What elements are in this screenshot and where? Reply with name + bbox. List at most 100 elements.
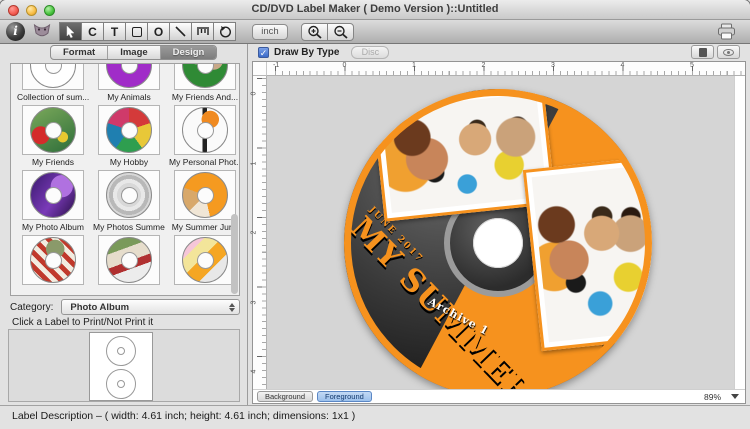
unit-button[interactable]: inch (252, 24, 288, 40)
disc-title-block[interactable]: JUNE 2017 MY SUMMER (345, 205, 543, 389)
thumbnail-frame[interactable] (98, 170, 160, 220)
cursor-arrow-icon (65, 25, 76, 38)
background-tab[interactable]: Background (257, 391, 313, 402)
gallery-scrollbar[interactable] (231, 214, 238, 294)
info-button[interactable]: i (6, 22, 25, 41)
canvas-frame: -1012345 01234 JUNE 2017 MY SUMMER Archi… (252, 61, 746, 404)
zoom-out-button[interactable] (327, 23, 354, 41)
magnifier-minus-icon (333, 25, 349, 39)
tab-design[interactable]: Design (160, 46, 217, 59)
design-thumbnail[interactable]: My Friends (17, 105, 89, 170)
fill-tool-button[interactable] (213, 22, 236, 41)
cd-label-design[interactable]: JUNE 2017 MY SUMMER Archive 1 (344, 89, 652, 389)
design-thumbnail[interactable]: My Friends And... (169, 63, 240, 105)
text-tool-button[interactable]: T (103, 22, 126, 41)
zoom-dropdown-arrow-icon (731, 394, 739, 399)
thumbnail-frame[interactable] (98, 235, 160, 285)
thumbnail-frame[interactable] (22, 105, 84, 155)
editor-panel: ✓ Draw By Type Disc -1012345 01234 (248, 44, 750, 405)
thumbnail-caption: My Photos Summer (93, 222, 165, 232)
thumbnail-frame[interactable] (174, 105, 236, 155)
cd-thumbnail-art11[interactable] (106, 237, 152, 283)
design-thumbnail[interactable] (17, 235, 89, 296)
print-button[interactable] (717, 23, 736, 40)
tab-image[interactable]: Image (107, 46, 159, 59)
design-thumbnail[interactable]: My Animals (93, 63, 165, 105)
canvas-vertical-scrollbar[interactable] (734, 76, 745, 389)
thumbnail-frame[interactable] (174, 63, 236, 90)
cd-thumbnail-art2[interactable] (106, 63, 152, 88)
cd-thumbnail-art6[interactable] (182, 107, 228, 153)
thumbnail-frame[interactable] (98, 63, 160, 90)
cd-thumbnail-art5[interactable] (106, 107, 152, 153)
label-sheet-preview[interactable] (89, 332, 153, 401)
arc-tool-button[interactable]: C (81, 22, 104, 41)
page-view-button[interactable] (691, 45, 714, 59)
thumbnail-caption: My Hobby (110, 157, 148, 167)
cd-thumbnail-art9[interactable] (182, 172, 228, 218)
cd-thumbnail-art10[interactable] (30, 237, 76, 283)
cd-thumbnail-art3[interactable] (182, 63, 228, 88)
cd-thumbnail-art4[interactable] (30, 107, 76, 153)
label-circle-2[interactable] (106, 369, 136, 399)
title-bar[interactable]: CD/DVD Label Maker ( Demo Version )::Unt… (0, 0, 750, 20)
disc-archive-text[interactable]: Archive 1 (426, 295, 491, 338)
canvas-area[interactable]: JUNE 2017 MY SUMMER Archive 1 (267, 76, 734, 389)
foreground-tab[interactable]: Foreground (317, 391, 372, 402)
tab-format[interactable]: Format (51, 46, 107, 59)
preview-eye-button[interactable] (717, 45, 740, 59)
line-tool-button[interactable] (169, 22, 192, 41)
thumbnail-frame[interactable] (174, 170, 236, 220)
design-thumbnail[interactable]: My Hobby (93, 105, 165, 170)
thumbnail-frame[interactable] (22, 63, 84, 90)
design-gallery[interactable]: Collection of sum...My AnimalsMy Friends… (10, 63, 240, 296)
photo-frame-1[interactable] (372, 89, 556, 222)
design-thumbnail[interactable] (169, 235, 240, 296)
design-thumbnail[interactable]: My Summer June (169, 170, 240, 235)
main-content: Format Image Design Collection of sum...… (0, 44, 750, 405)
ruler-label: 0 (250, 92, 257, 96)
panel-tabs: Format Image Design (50, 45, 217, 60)
label-circle-1[interactable] (106, 336, 136, 366)
line-icon (174, 25, 187, 38)
page-icon (699, 48, 707, 57)
thumbnail-frame[interactable] (22, 235, 84, 285)
ruler-label: 5 (690, 62, 694, 69)
ruler-label: 3 (551, 62, 555, 69)
mask-icon[interactable] (33, 24, 51, 39)
rectangle-tool-button[interactable] (125, 22, 148, 41)
cd-thumbnail-art7[interactable] (30, 172, 76, 218)
zoom-level-select[interactable]: 89% (704, 392, 739, 402)
design-thumbnail[interactable] (93, 235, 165, 296)
zoom-level-value: 89% (704, 392, 721, 402)
disc-hub (444, 189, 552, 297)
select-tool-button[interactable] (59, 22, 82, 41)
beach-photo-1 (381, 93, 547, 213)
thumbnail-frame[interactable] (174, 235, 236, 285)
zoom-in-button[interactable] (301, 23, 328, 41)
design-thumbnail[interactable]: My Photo Album (17, 170, 89, 235)
disc-subtitle-text: JUNE 2017 (367, 205, 543, 387)
design-thumbnail[interactable]: My Personal Phot... (169, 105, 240, 170)
category-dropdown[interactable]: Photo Album (61, 299, 240, 315)
view-toggle-buttons (691, 45, 740, 59)
rectangle-icon (132, 27, 142, 37)
print-preview-box[interactable] (8, 329, 240, 402)
thumbnail-frame[interactable] (98, 105, 160, 155)
cd-thumbnail-art8[interactable] (106, 172, 152, 218)
app-window: CD/DVD Label Maker ( Demo Version )::Unt… (0, 0, 750, 429)
thumbnail-frame[interactable] (22, 170, 84, 220)
photo-frame-2[interactable] (523, 157, 652, 351)
thumbnail-caption: My Friends (32, 157, 74, 167)
design-thumbnail[interactable]: My Photos Summer (93, 170, 165, 235)
ruler-label: 1 (250, 161, 257, 165)
disc-title-text: MY SUMMER (345, 212, 536, 389)
design-thumbnail[interactable]: Collection of sum... (17, 63, 89, 105)
barcode-tool-button[interactable] (191, 22, 214, 41)
category-label: Category: (10, 302, 53, 313)
draw-by-type-checkbox[interactable]: ✓ (258, 47, 269, 58)
ellipse-tool-button[interactable]: O (147, 22, 170, 41)
cd-thumbnail-art12[interactable] (182, 237, 228, 283)
cd-thumbnail-art1[interactable] (30, 63, 76, 88)
disc-button[interactable]: Disc (351, 46, 389, 59)
